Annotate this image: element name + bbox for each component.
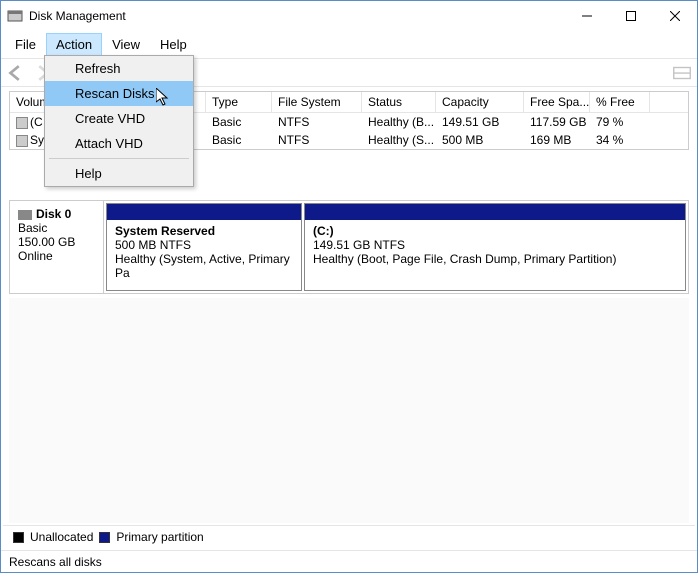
- disk-graphical-view: Disk 0 Basic 150.00 GB Online System Res…: [9, 200, 689, 294]
- close-button[interactable]: [653, 1, 697, 31]
- cell-text: (C: [30, 115, 43, 129]
- col-pct-free[interactable]: % Free: [590, 92, 650, 112]
- disk-header[interactable]: Disk 0 Basic 150.00 GB Online: [10, 201, 104, 293]
- minimize-button[interactable]: [565, 1, 609, 31]
- disk-icon: [18, 210, 32, 220]
- menu-view[interactable]: View: [102, 33, 150, 56]
- partition-body: (C:) 149.51 GB NTFS Healthy (Boot, Page …: [305, 220, 685, 290]
- disk-name: Disk 0: [36, 207, 71, 221]
- toolbar-icon[interactable]: [671, 62, 693, 84]
- app-icon: [7, 8, 23, 24]
- cell-free: 169 MB: [524, 132, 590, 148]
- disk-size: 150.00 GB: [18, 235, 95, 249]
- partition-status: Healthy (System, Active, Primary Pa: [115, 252, 293, 280]
- partitions-container: System Reserved 500 MB NTFS Healthy (Sys…: [104, 201, 688, 293]
- partition-header-bar: [107, 204, 301, 220]
- window-controls: [565, 1, 697, 31]
- menu-help[interactable]: Help: [150, 33, 197, 56]
- partition-body: System Reserved 500 MB NTFS Healthy (Sys…: [107, 220, 301, 290]
- menu-file[interactable]: File: [5, 33, 46, 56]
- volume-icon: [16, 135, 28, 147]
- partition-status: Healthy (Boot, Page File, Crash Dump, Pr…: [313, 252, 677, 266]
- cell-status: Healthy (B...: [362, 114, 436, 130]
- legend-swatch-primary: [99, 532, 110, 543]
- partition-size: 149.51 GB NTFS: [313, 238, 677, 252]
- partition-c[interactable]: (C:) 149.51 GB NTFS Healthy (Boot, Page …: [304, 203, 686, 291]
- back-button[interactable]: [5, 62, 27, 84]
- col-type[interactable]: Type: [206, 92, 272, 112]
- partition-system-reserved[interactable]: System Reserved 500 MB NTFS Healthy (Sys…: [106, 203, 302, 291]
- disk-status: Online: [18, 249, 95, 263]
- status-bar: Rescans all disks: [1, 550, 697, 572]
- legend: Unallocated Primary partition: [3, 525, 695, 548]
- menu-item-refresh[interactable]: Refresh: [45, 56, 193, 81]
- menu-separator: [49, 158, 189, 159]
- cell-type: Basic: [206, 114, 272, 130]
- partition-name: System Reserved: [115, 224, 293, 238]
- cell-fs: NTFS: [272, 114, 362, 130]
- legend-label-primary: Primary partition: [116, 530, 203, 544]
- menu-item-help[interactable]: Help: [45, 161, 193, 186]
- partition-header-bar: [305, 204, 685, 220]
- menu-action[interactable]: Action: [46, 33, 102, 56]
- cell-type: Basic: [206, 132, 272, 148]
- col-file-system[interactable]: File System: [272, 92, 362, 112]
- cell-capacity: 500 MB: [436, 132, 524, 148]
- cell-capacity: 149.51 GB: [436, 114, 524, 130]
- menu-item-attach-vhd[interactable]: Attach VHD: [45, 131, 193, 156]
- partition-name: (C:): [313, 224, 677, 238]
- disk-type: Basic: [18, 221, 95, 235]
- empty-area: [9, 298, 689, 523]
- action-dropdown-menu: Refresh Rescan Disks Create VHD Attach V…: [44, 55, 194, 187]
- legend-swatch-unallocated: [13, 532, 24, 543]
- window-title: Disk Management: [29, 9, 565, 23]
- status-text: Rescans all disks: [9, 555, 102, 569]
- partition-size: 500 MB NTFS: [115, 238, 293, 252]
- title-bar: Disk Management: [1, 1, 697, 31]
- col-capacity[interactable]: Capacity: [436, 92, 524, 112]
- cell-free: 117.59 GB: [524, 114, 590, 130]
- cell-fs: NTFS: [272, 132, 362, 148]
- cell-status: Healthy (S...: [362, 132, 436, 148]
- col-status[interactable]: Status: [362, 92, 436, 112]
- col-free-space[interactable]: Free Spa...: [524, 92, 590, 112]
- cursor-icon: [156, 88, 172, 113]
- legend-label-unallocated: Unallocated: [30, 530, 93, 544]
- maximize-button[interactable]: [609, 1, 653, 31]
- cell-pct: 79 %: [590, 114, 650, 130]
- volume-icon: [16, 117, 28, 129]
- cell-pct: 34 %: [590, 132, 650, 148]
